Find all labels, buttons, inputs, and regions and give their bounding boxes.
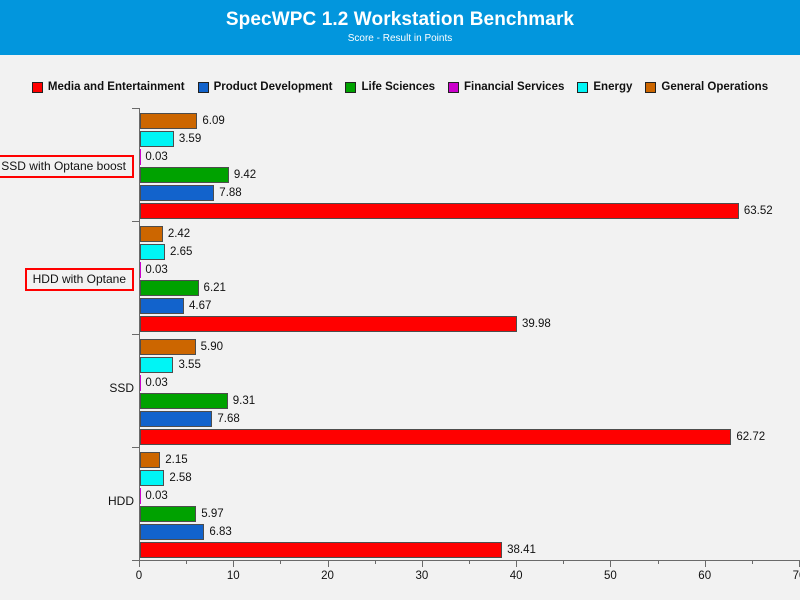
legend-swatch-icon	[448, 81, 459, 93]
bar[interactable]	[140, 541, 503, 558]
bar-value-label: 5.90	[200, 340, 224, 353]
legend-swatch-icon	[645, 81, 657, 93]
bar-value-label: 2.58	[169, 471, 192, 484]
legend-item-label: Financial Services	[464, 81, 565, 93]
bar[interactable]	[140, 338, 196, 355]
x-axis-tick-label: 30	[415, 570, 429, 582]
bar[interactable]	[140, 243, 165, 260]
bar-value-label: 62.72	[736, 430, 766, 443]
x-axis-tick-label: 60	[698, 570, 712, 582]
bar[interactable]	[140, 410, 213, 427]
x-axis-minor-tick	[186, 560, 188, 564]
legend-swatch-icon	[197, 81, 209, 93]
x-axis-minor-tick	[657, 560, 659, 564]
legend-item-label: Life Sciences	[361, 81, 435, 93]
legend-swatch-icon	[31, 81, 43, 93]
bar[interactable]	[140, 523, 205, 540]
x-axis-tick	[516, 560, 518, 567]
bar[interactable]	[140, 315, 517, 332]
legend-item-label: Product Development	[213, 81, 333, 93]
bar-value-label: 6.09	[202, 114, 225, 127]
bar-value-label: 63.52	[743, 204, 773, 217]
x-axis-tick	[139, 560, 140, 567]
bar[interactable]	[140, 469, 165, 486]
bar-value-label: 2.15	[165, 453, 188, 466]
bar-value-label: 0.03	[145, 150, 168, 163]
legend-swatch-icon	[577, 81, 589, 93]
bar-value-label: 39.98	[521, 317, 551, 330]
x-axis-tick	[704, 560, 706, 567]
y-axis-tick	[132, 560, 139, 561]
legend-item-label: Media and Entertainment	[47, 81, 185, 93]
bar[interactable]	[140, 505, 197, 522]
legend-item[interactable]: General Operations	[645, 81, 768, 93]
bar-value-label: 9.42	[233, 168, 257, 181]
bar-value-label: 0.03	[145, 489, 168, 502]
bar[interactable]	[140, 428, 732, 445]
legend-item[interactable]: Life Sciences	[345, 81, 435, 93]
x-axis-tick	[421, 560, 423, 567]
legend-item-label: General Operations	[661, 81, 769, 93]
bar[interactable]	[140, 202, 739, 219]
bar[interactable]	[140, 392, 228, 409]
x-axis-tick-label: 20	[321, 570, 334, 582]
bar-value-label: 4.67	[189, 299, 212, 312]
x-axis-minor-tick	[751, 560, 753, 564]
y-axis-category-label: SSD with Optane boost	[0, 154, 134, 178]
y-axis-category-label: HDD	[108, 493, 134, 508]
bar-value-label: 3.55	[178, 358, 201, 371]
x-axis-minor-tick	[469, 560, 470, 564]
x-axis-tick-label: 50	[604, 570, 617, 582]
bar-value-label: 7.68	[217, 412, 240, 425]
y-axis-tick	[132, 447, 139, 448]
legend-item[interactable]: Financial Services	[448, 81, 564, 93]
bar-value-label: 6.21	[203, 281, 226, 294]
y-axis-category-label: HDD with Optane	[24, 267, 134, 291]
x-axis-tick-label: 10	[226, 570, 240, 582]
bar[interactable]	[140, 166, 229, 183]
x-axis-tick-label: 0	[135, 570, 143, 582]
x-axis-tick-label: 70	[792, 570, 800, 582]
bar-value-label: 5.97	[201, 507, 224, 520]
bar-value-label: 2.65	[169, 245, 193, 258]
bar[interactable]	[140, 130, 174, 147]
legend-item[interactable]: Product Development	[197, 81, 333, 93]
bar-value-label: 0.03	[145, 376, 168, 389]
bar-value-label: 0.03	[145, 263, 168, 276]
bar[interactable]	[140, 225, 163, 242]
bar-value-label: 6.83	[209, 525, 232, 538]
page-title: SpecWPC 1.2 Workstation Benchmark	[225, 9, 575, 30]
legend-item[interactable]: Energy	[577, 81, 632, 93]
bar-value-label: 2.42	[167, 227, 191, 240]
chart-container: SpecWPC 1.2 Workstation Benchmark Score …	[0, 0, 800, 600]
x-axis-tick	[327, 560, 329, 567]
bar-value-label: 38.41	[507, 543, 536, 556]
legend-item-label: Energy	[593, 81, 633, 93]
bar[interactable]	[140, 451, 161, 468]
bar-value-label: 7.88	[219, 186, 242, 199]
chart-header: SpecWPC 1.2 Workstation Benchmark Score …	[0, 0, 800, 55]
legend-item[interactable]: Media and Entertainment	[31, 81, 185, 93]
bar-value-label: 3.59	[178, 132, 202, 145]
x-axis-tick	[610, 560, 612, 567]
y-axis-tick	[132, 108, 139, 109]
x-axis-tick	[233, 560, 235, 567]
plot-area: 0 10 20 30 40 50 60 70 6.093.59 0.03 9.42 7.88 63.52…	[132, 108, 800, 582]
bar[interactable]	[140, 112, 198, 129]
chart-subtitle: Score - Result in Points	[347, 33, 453, 44]
bar[interactable]	[140, 356, 174, 373]
y-axis-tick	[132, 221, 139, 222]
x-axis-minor-tick	[374, 560, 376, 564]
legend-swatch-icon	[345, 81, 357, 93]
bar-value-label: 9.31	[232, 394, 256, 407]
x-axis-minor-tick	[563, 560, 565, 564]
bar[interactable]	[140, 279, 199, 296]
bar[interactable]	[140, 184, 215, 201]
chart-legend: Media and Entertainment Product Developme…	[0, 78, 800, 96]
bar[interactable]	[140, 297, 185, 314]
y-axis-tick	[132, 334, 139, 335]
y-axis-category-label: SSD	[109, 380, 134, 395]
x-axis-tick-label: 40	[509, 570, 523, 582]
x-axis-minor-tick	[280, 560, 282, 564]
